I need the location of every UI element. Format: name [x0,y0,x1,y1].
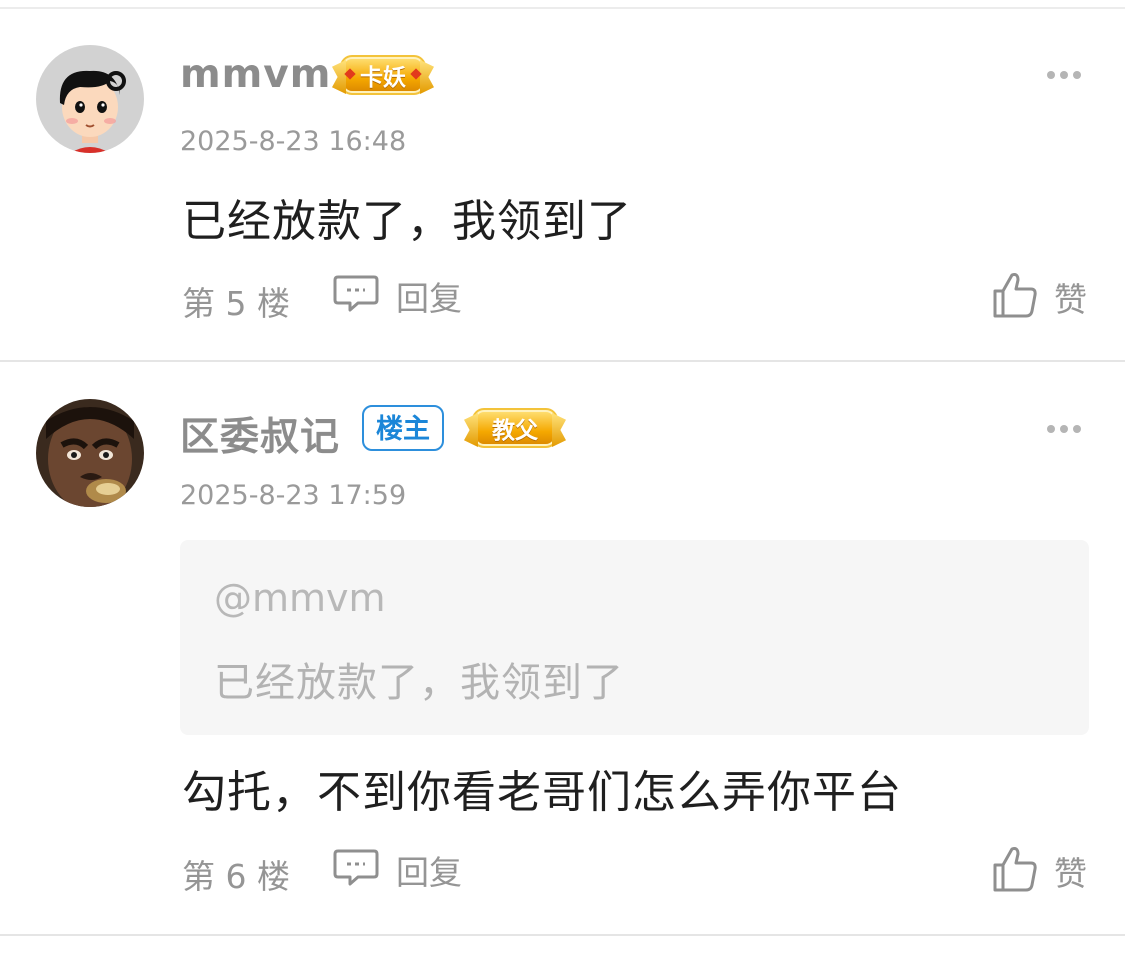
like-label: 赞 [1054,280,1087,319]
timestamp: 2025-8-23 16:48 [180,126,407,157]
username[interactable]: 区委叔记 [180,406,340,462]
comment-bubble-icon [332,848,380,892]
reply-label: 回复 [396,853,462,892]
badge-gem-left [344,68,356,80]
comment-bubble-icon [332,274,380,318]
comment-text: 已经放款了，我领到了 [182,196,632,247]
reply-button[interactable]: 回复 [332,848,462,892]
comment-divider [0,934,1125,936]
level-badge-label: 教父 [492,418,538,444]
badge-wing-right [420,60,434,94]
like-button[interactable]: 赞 [992,272,1087,322]
badge-wing-left [332,60,346,94]
level-badge: 卡妖 [332,54,434,96]
floor-number: 第 5 楼 [182,284,290,323]
thumbs-up-icon [992,271,1038,323]
reply-label: 回复 [396,279,462,318]
comment-floor-5: mmvm 卡妖 2025-8-23 16:48 已经放款了，我领到了 第 5 楼… [0,0,1125,360]
level-badge: 教父 [464,407,566,449]
more-icon[interactable] [1047,424,1081,434]
owner-badge: 楼主 [362,405,444,451]
like-button[interactable]: 赞 [992,846,1087,896]
badge-wing-left [464,413,478,447]
avatar[interactable] [36,399,144,507]
reply-button[interactable]: 回复 [332,274,462,318]
username[interactable]: mmvm [180,52,331,97]
floor-number: 第 6 楼 [182,857,290,896]
quoted-username[interactable]: @mmvm [214,576,386,620]
comment-floor-6: 区委叔记 楼主 教父 2025-8-23 17:59 @mmvm 已经放款了，我… [0,362,1125,934]
thumbs-up-icon [992,845,1038,897]
badge-gem-right [410,68,422,80]
timestamp: 2025-8-23 17:59 [180,480,407,511]
like-label: 赞 [1054,854,1087,893]
more-icon[interactable] [1047,70,1081,80]
avatar[interactable] [36,45,144,153]
quoted-reply[interactable]: @mmvm 已经放款了，我领到了 [180,540,1089,735]
quoted-text: 已经放款了，我领到了 [214,660,624,706]
badge-wing-right [552,413,566,447]
level-badge-label: 卡妖 [360,65,406,91]
comment-text: 勾托，不到你看老哥们怎么弄你平台 [182,767,902,818]
